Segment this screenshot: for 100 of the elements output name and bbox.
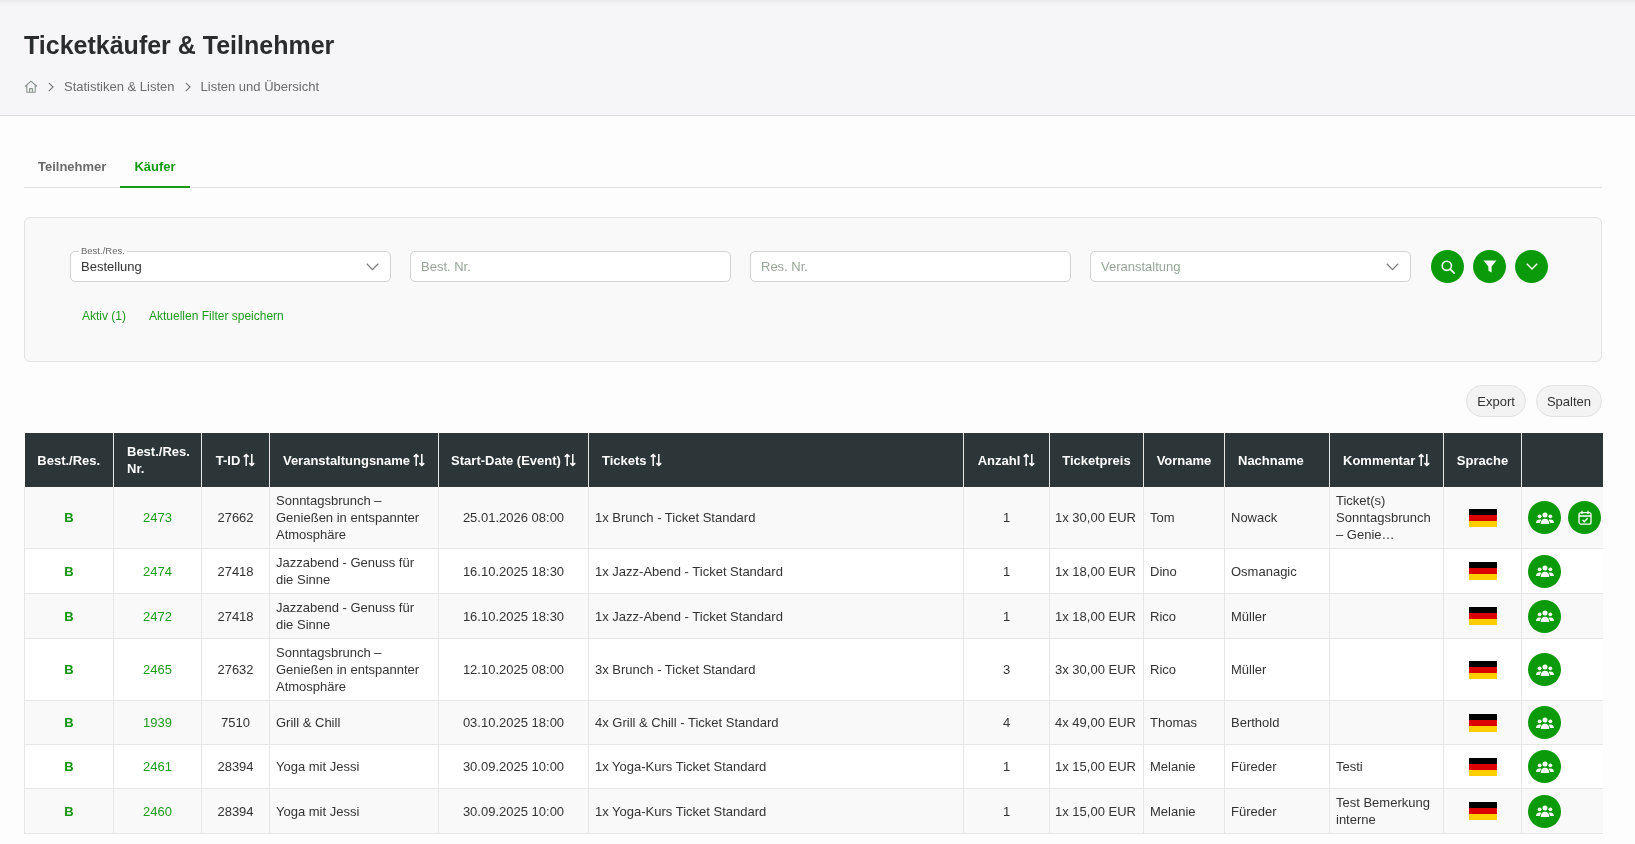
column-header[interactable]: Start-Date (Event) [438,433,589,487]
table-cell: 1x 18,00 EUR [1049,593,1144,639]
table-cell: 1x Yoga-Kurs Ticket Standard [588,788,964,834]
table-cell: 1x Yoga-Kurs Ticket Standard [588,744,964,789]
table-cell: 28394 [201,744,270,789]
order-number-link[interactable]: 2460 [143,803,172,819]
table-cell: Füreder [1224,744,1330,789]
column-header: Sprache [1443,433,1522,487]
table-cell: 7510 [201,700,270,745]
table-cell: Yoga mit Jessi [269,788,439,834]
home-icon[interactable] [24,80,38,93]
sort-icon [1023,452,1036,467]
table-cell: Testi [1329,744,1444,789]
flag-icon [1468,802,1497,820]
table-cell: Yoga mit Jessi [269,744,439,789]
column-header[interactable]: Tickets [588,433,964,487]
input-field[interactable]: Res. Nr. [750,251,1071,282]
participants-button[interactable] [1528,554,1561,588]
column-header[interactable]: Anzahl [963,433,1050,487]
chevron-right-icon [184,81,191,92]
chevron-down-icon [1386,262,1399,271]
table-cell: 27662 [201,487,270,549]
table-cell: Nowack [1224,487,1330,549]
participants-button[interactable] [1528,750,1561,783]
column-header[interactable]: Veranstaltungsname [269,433,439,487]
table-cell: 4x 49,00 EUR [1049,700,1144,745]
flag-icon [1468,508,1497,527]
search-icon [1440,259,1455,274]
select-field[interactable]: Veranstaltung [1090,251,1411,282]
people-icon [1535,716,1554,729]
input-field[interactable]: Best. Nr. [410,251,731,282]
people-icon [1535,565,1554,577]
flag-icon [1468,562,1497,580]
column-header[interactable]: Kommentar [1329,433,1444,487]
table-cell: 27632 [201,638,270,701]
table-cell: Rico [1143,638,1225,701]
table-cell: 1x 15,00 EUR [1049,744,1144,789]
table-cell: 1x Jazz-Abend - Ticket Standard [588,548,964,594]
order-number-link[interactable]: 2473 [143,510,172,525]
table-cell: 1x 15,00 EUR [1049,788,1144,834]
column-header: Nachname [1224,433,1330,487]
participants-button[interactable] [1528,599,1561,633]
table-cell: 3x Brunch - Ticket Standard [588,638,964,701]
export-button[interactable]: Export [1466,385,1526,417]
table-cell: B [24,744,114,789]
table-cell: Müller [1224,638,1330,701]
people-icon [1535,610,1554,622]
table-cell: Osmanagic [1224,548,1330,594]
calendar-button[interactable] [1568,501,1601,534]
people-icon [1535,805,1554,817]
tab[interactable]: Teilnehmer [24,147,121,188]
filter-link[interactable]: Aktuellen Filter speichern [149,309,284,324]
table-cell: Füreder [1224,788,1330,834]
table-cell: 16.10.2025 18:30 [438,593,589,639]
table-cell: 1x 18,00 EUR [1049,548,1144,594]
table-cell: Sonntagsbrunch – Genießen in entspannter Atmosphäre [269,487,439,549]
participants-button[interactable] [1528,794,1561,828]
columns-button[interactable]: Spalten [1535,385,1602,417]
order-number-link[interactable]: 2465 [143,662,172,677]
funnel-icon [1482,260,1497,273]
table-cell: 27418 [201,593,270,639]
table-cell: 1 [963,548,1050,594]
order-number-link[interactable]: 1939 [143,715,172,730]
order-number-link[interactable]: 2461 [143,759,172,774]
order-number-link[interactable]: 2474 [143,563,172,579]
flag-icon [1468,607,1497,625]
breadcrumb-item[interactable]: Statistiken & Listen [64,78,175,95]
table-cell: B [24,788,114,834]
chevron-right-icon [48,81,54,92]
order-number-link[interactable]: 2472 [143,608,172,624]
table-cell: 03.10.2025 18:00 [438,700,589,745]
table-cell: 30.09.2025 10:00 [438,744,589,789]
participants-button[interactable] [1528,706,1561,739]
table-cell: 1x Jazz-Abend - Ticket Standard [588,593,964,639]
column-header: Vorname [1143,433,1225,487]
table-cell: 28394 [201,788,270,834]
search-button[interactable] [1431,250,1464,283]
table-cell: 3 [963,638,1050,701]
tab[interactable]: Käufer [120,147,190,188]
breadcrumb-item: Listen und Übersicht [200,78,320,95]
filter-link[interactable]: Aktiv (1) [82,309,126,324]
table-cell: 1 [963,593,1050,639]
flag-icon [1468,660,1497,679]
participants-button[interactable] [1528,501,1561,534]
column-header: Best./Res. Nr. [113,433,202,487]
sort-icon [563,452,576,467]
calendar-check-icon [1577,510,1592,525]
table-cell: 16.10.2025 18:30 [438,548,589,594]
table-cell: 27418 [201,548,270,594]
table-cell: B [24,593,114,639]
participants-button[interactable] [1528,653,1561,686]
column-header[interactable]: T-ID [201,433,270,487]
table-cell: 4 [963,700,1050,745]
table-cell: Dino [1143,548,1225,594]
filter-button[interactable] [1473,250,1506,283]
table-cell: Test Bemerkung interne [1329,788,1444,834]
expand-button[interactable] [1515,250,1548,283]
table-cell: Jazzabend - Genuss für die Sinne [269,548,439,594]
table-cell: 1x 30,00 EUR [1049,487,1144,549]
table-cell: Sonntagsbrunch – Genießen in entspannter Atmosphäre [269,638,439,701]
